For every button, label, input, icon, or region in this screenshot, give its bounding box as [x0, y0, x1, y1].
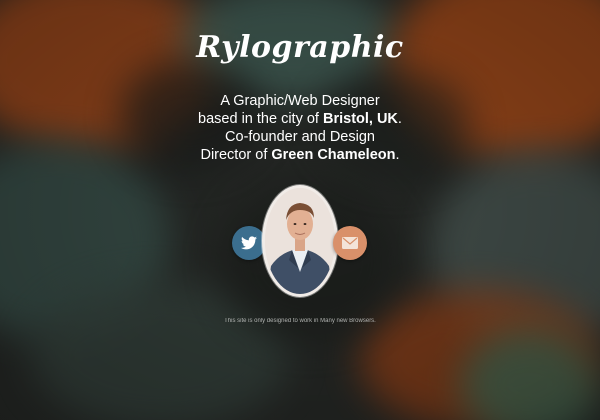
avatar	[262, 185, 338, 297]
twitter-bird-icon	[241, 236, 257, 250]
twitter-button[interactable]	[232, 226, 266, 260]
bio-city: Bristol, UK	[322, 111, 398, 127]
portrait-figure	[265, 188, 335, 294]
bio-text: A Graphic/Web Designer based in the city…	[150, 92, 450, 164]
site-logo[interactable]: Rylographic	[0, 30, 600, 65]
bio-line-3: Co-founder and Design	[225, 129, 375, 145]
browser-notice: This site is only designed to work in Ma…	[224, 318, 376, 324]
hero-section: Rylographic A Graphic/Web Designer based…	[0, 0, 600, 420]
envelope-icon	[342, 237, 358, 249]
bio-line-2: based in the city of Bristol, UK.	[198, 111, 402, 127]
bio-line-4: Director of Green Chameleon.	[200, 147, 400, 163]
profile-photo	[265, 188, 335, 294]
bio-company: Green Chameleon	[271, 147, 396, 163]
email-button[interactable]	[333, 226, 367, 260]
bio-line-1: A Graphic/Web Designer	[220, 93, 380, 109]
